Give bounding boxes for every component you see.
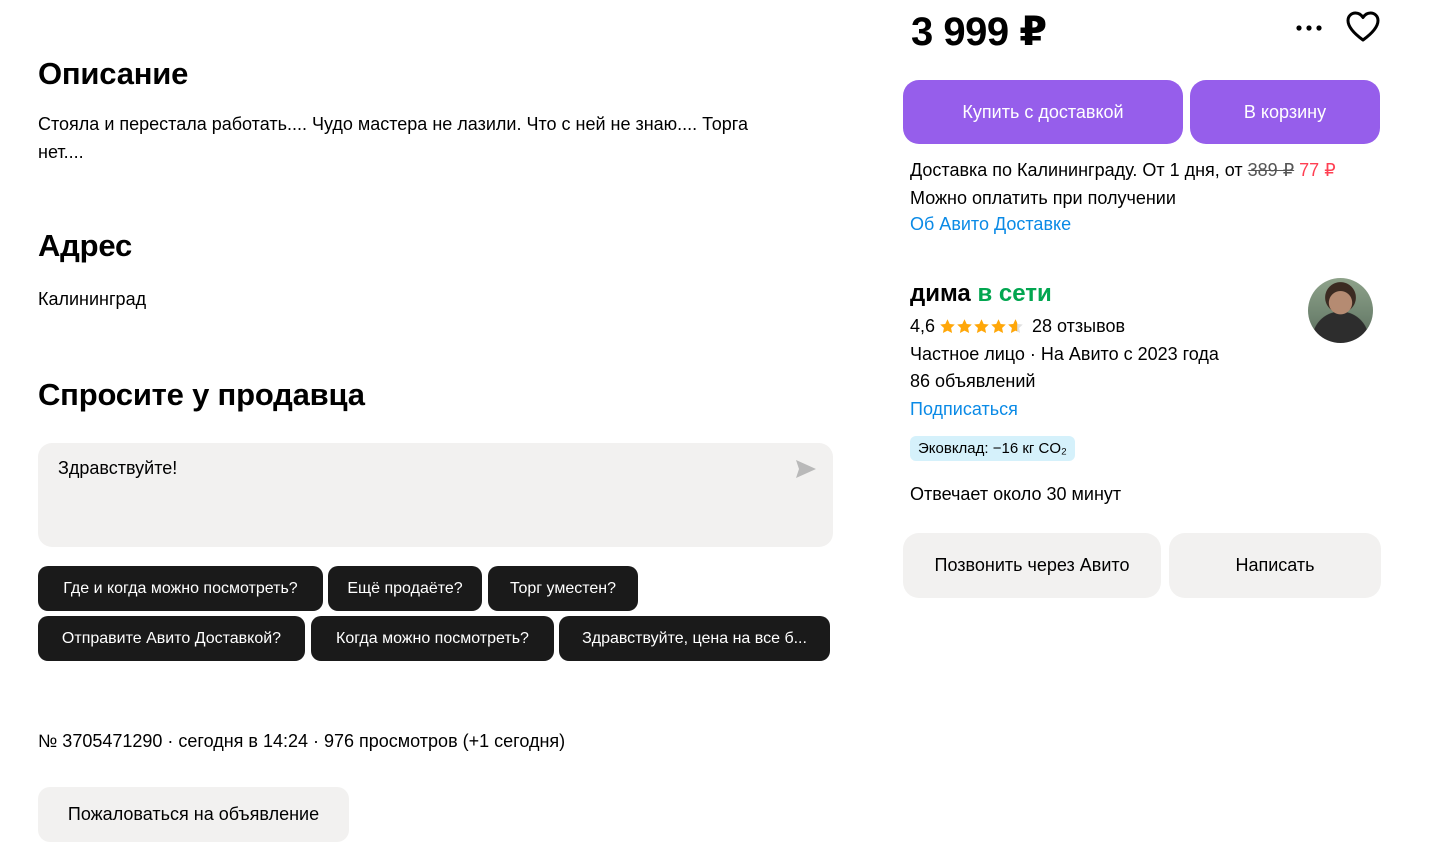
delivery-text: Доставка по Калининграду. От 1 дня, от [910,160,1248,180]
quick-reply-chip[interactable]: Отправите Авито Доставкой? [38,616,305,661]
seller-name-block[interactable]: дима в сети [910,280,1052,308]
message-text[interactable]: Здравствуйте! [58,458,177,479]
seller-type: Частное лицо · На Авито с 2023 года [910,344,1219,364]
delivery-old-price: 389 ₽ [1247,160,1295,180]
quick-reply-chip[interactable]: Где и когда можно посмотреть? [38,566,323,611]
star-icon [957,319,972,334]
avatar[interactable] [1308,278,1373,343]
seller-name[interactable]: дима [910,280,971,307]
rating-value: 4,6 [910,316,936,336]
quick-reply-chip[interactable]: Когда можно посмотреть? [311,616,554,661]
report-ad-button[interactable]: Пожаловаться на объявление [38,787,349,842]
ask-seller-title: Спросите у продавца [38,377,365,412]
quick-reply-chip[interactable]: Здравствуйте, цена на все б... [559,616,830,661]
delivery-new-price: 77 ₽ [1299,160,1336,180]
star-icon [940,319,955,334]
heart-icon[interactable] [1346,11,1380,43]
online-status: в сети [977,280,1052,307]
address-value: Калининград [38,289,147,309]
description-title: Описание [38,56,189,91]
message-input[interactable]: Здравствуйте! [38,443,833,547]
ad-meta-info: № 3705471290 · сегодня в 14:24 · 976 про… [38,731,566,751]
rating-stars [939,318,1024,335]
write-button[interactable]: Написать [1169,533,1381,598]
subscribe-link[interactable]: Подписаться [910,399,1018,420]
seller-rating[interactable]: 4,6 28 отзывов [910,316,1125,337]
description-text-line1: Стояла и перестала работать.... Чудо мас… [38,114,748,134]
reviews-count[interactable]: 28 отзывов [1032,316,1125,337]
star-icon [1008,319,1023,334]
star-icon [974,319,989,334]
about-delivery-link[interactable]: Об Авито Доставке [910,214,1071,235]
add-to-cart-button[interactable]: В корзину [1190,80,1380,144]
price: 3 999 ₽ [911,10,1047,54]
call-button[interactable]: Позвонить через Авито [903,533,1161,598]
delivery-info: Доставка по Калининграду. От 1 дня, от 3… [910,160,1336,181]
response-time: Отвечает около 30 минут [910,484,1122,504]
quick-reply-chip[interactable]: Ещё продаёте? [328,566,482,611]
send-icon[interactable] [795,459,817,479]
buy-with-delivery-button[interactable]: Купить с доставкой [903,80,1183,144]
quick-reply-chip[interactable]: Торг уместен? [488,566,638,611]
pay-on-receipt: Можно оплатить при получении [910,188,1176,208]
more-icon[interactable] [1294,18,1324,38]
eco-badge[interactable]: Эковклад: −16 кг CO₂ [910,436,1075,461]
description-text-line2: нет.... [38,142,84,162]
star-icon [991,319,1006,334]
seller-ads-count[interactable]: 86 объявлений [910,371,1035,392]
address-title: Адрес [38,228,133,263]
